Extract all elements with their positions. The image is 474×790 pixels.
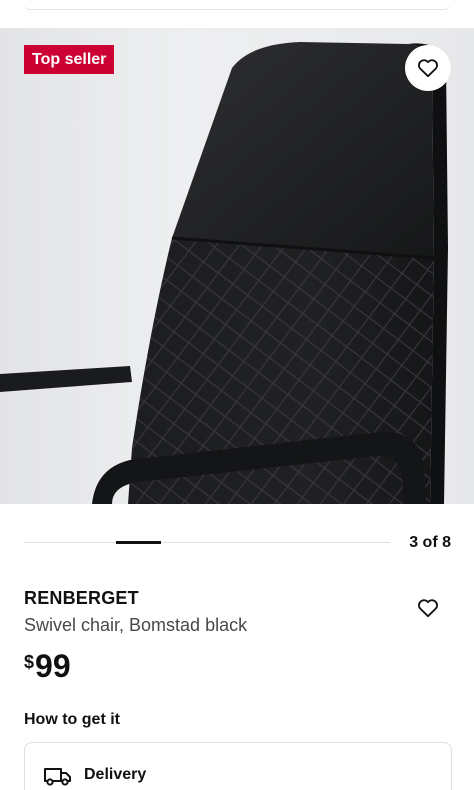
gallery-counter: 3 of 8 — [409, 534, 451, 551]
product-description: Swivel chair, Bomstad black — [24, 615, 248, 635]
add-to-wishlist-button[interactable] — [414, 594, 442, 622]
delivery-option[interactable]: Delivery — [24, 742, 452, 790]
product-image[interactable] — [0, 28, 474, 504]
price-amount: 99 — [35, 648, 71, 684]
heart-outline-icon — [418, 599, 438, 618]
how-to-get-it-heading: How to get it — [24, 711, 120, 728]
delivery-truck-icon — [44, 768, 71, 786]
gallery-progress-bar[interactable] — [24, 541, 390, 544]
price-currency: $ — [24, 652, 35, 672]
top-seller-badge: Top seller — [24, 45, 115, 74]
gallery-progress-indicator — [116, 541, 161, 544]
delivery-option-label: Delivery — [84, 766, 147, 783]
favorite-button[interactable] — [405, 45, 451, 91]
previous-card-edge — [24, 0, 450, 10]
product-price: $ 99 — [24, 648, 71, 684]
chair-photo — [0, 42, 448, 504]
product-name: RENBERGET — [24, 588, 139, 608]
heart-outline-icon — [418, 59, 438, 78]
